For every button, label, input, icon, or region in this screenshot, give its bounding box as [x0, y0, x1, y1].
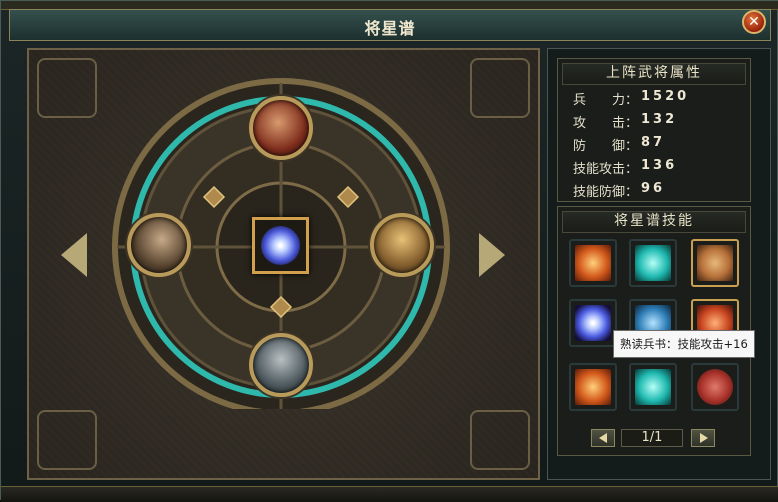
stat-label: 兵 力：	[573, 93, 639, 108]
stat-value: 96	[641, 181, 666, 196]
teal-shield-icon	[635, 369, 671, 405]
corner-ornament-icon	[470, 58, 530, 118]
triangle-left-icon	[599, 433, 607, 443]
star-chart-window: 将星谱 ✕ 上阵武将属性 兵 力： 1520 攻 击： 132 防 御： 87 …	[0, 0, 778, 502]
close-icon: ✕	[748, 14, 760, 30]
general-portrait-right[interactable]	[370, 213, 434, 277]
close-button[interactable]: ✕	[742, 10, 766, 34]
skill-slot[interactable]	[691, 239, 739, 287]
blue-orb-icon	[261, 226, 300, 265]
next-page-arrow[interactable]	[479, 233, 505, 277]
stats-panel-title: 上阵武将属性	[606, 65, 702, 81]
pager-prev-button[interactable]	[591, 429, 615, 447]
skills-panel-title: 将星谱技能	[614, 213, 694, 229]
blue-orb-icon	[575, 305, 611, 341]
stat-value: 136	[641, 158, 678, 173]
pager-label: 1/1	[621, 429, 683, 447]
teal-shield-icon	[635, 245, 671, 281]
stat-row-skill-defense: 技能防御： 96	[573, 181, 763, 201]
stat-label: 技能防御：	[573, 185, 639, 200]
general-portrait-top[interactable]	[249, 96, 313, 160]
stat-row-attack: 攻 击： 132	[573, 112, 763, 132]
stat-label: 防 御：	[573, 139, 639, 154]
stat-row-skill-attack: 技能攻击： 136	[573, 158, 763, 178]
hero-skill-icon	[697, 245, 733, 281]
pager-next-button[interactable]	[691, 429, 715, 447]
skill-slot[interactable]	[629, 239, 677, 287]
red-scroll-icon	[697, 369, 733, 405]
skill-slot[interactable]	[569, 363, 617, 411]
corner-ornament-icon	[37, 58, 97, 118]
stat-row-troops: 兵 力： 1520	[573, 89, 763, 109]
stat-label: 攻 击：	[573, 116, 639, 131]
stat-value: 132	[641, 112, 678, 127]
stat-row-defense: 防 御： 87	[573, 135, 763, 155]
corner-ornament-icon	[470, 410, 530, 470]
corner-ornament-icon	[37, 410, 97, 470]
flame-sword-icon	[575, 245, 611, 281]
prev-page-arrow[interactable]	[61, 233, 87, 277]
stat-value: 87	[641, 135, 666, 150]
triangle-right-icon	[700, 433, 708, 443]
skill-slot[interactable]	[629, 363, 677, 411]
stat-value: 1520	[641, 89, 690, 104]
stat-label: 技能攻击：	[573, 162, 639, 177]
window-title: 将星谱	[364, 19, 416, 38]
general-portrait-bottom[interactable]	[249, 333, 313, 397]
skill-slot[interactable]	[691, 363, 739, 411]
title-bar: 将星谱	[9, 9, 771, 41]
skill-tooltip: 熟读兵书：技能攻击+16	[613, 330, 755, 358]
skill-slot[interactable]	[569, 239, 617, 287]
general-portrait-left[interactable]	[127, 213, 191, 277]
flame-sword-icon	[575, 369, 611, 405]
skill-slot[interactable]	[569, 299, 617, 347]
center-skill-slot[interactable]	[252, 217, 309, 274]
